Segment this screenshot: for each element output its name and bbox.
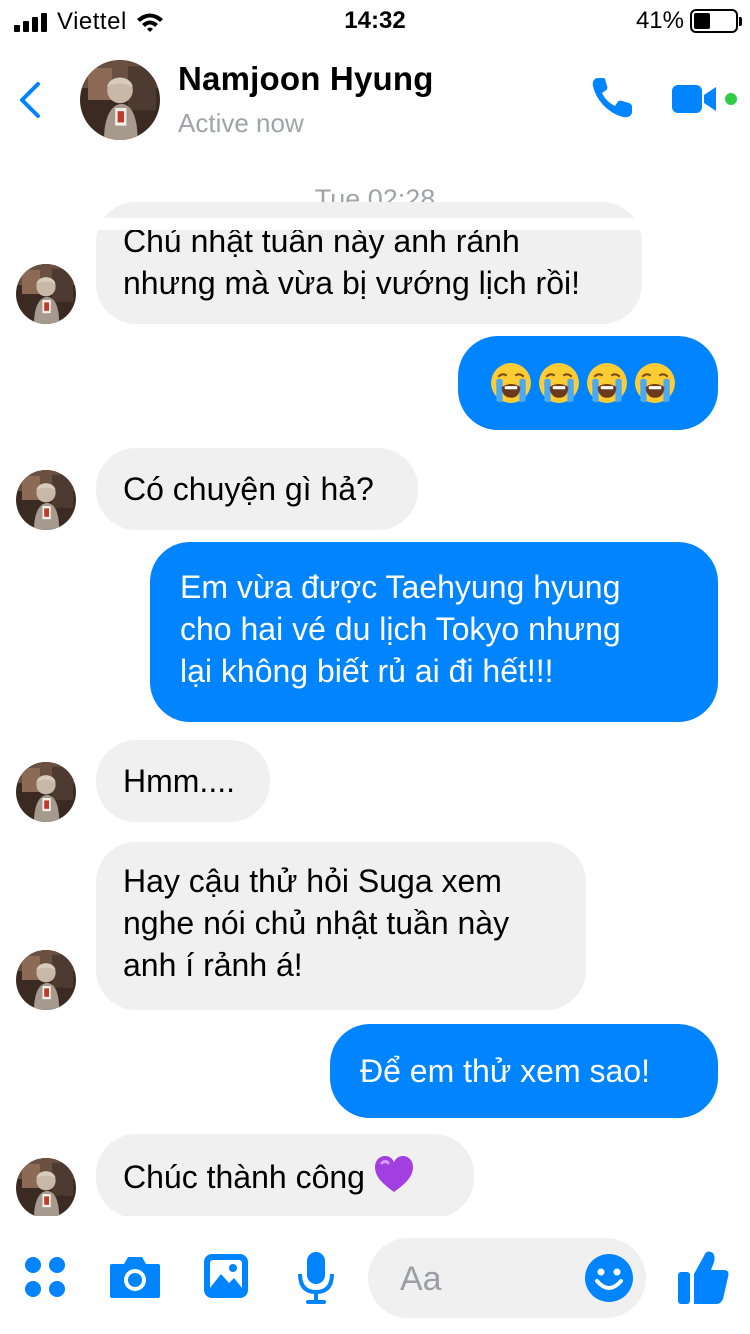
phone-call-icon[interactable] [588,74,636,122]
message-line: Chúc thành công [123,1159,365,1195]
message-input[interactable]: Aa [368,1238,646,1318]
message-line: Hay cậu thử hỏi Suga xem [123,863,502,899]
emoji-row [490,362,688,404]
message-line: lại không biết rủ ai đi hết!!! [180,653,554,689]
purple-heart-icon [374,1156,413,1192]
sender-avatar[interactable] [16,264,76,324]
microphone-icon[interactable] [296,1250,336,1306]
conversation-header: Namjoon Hyung Active now [0,44,750,154]
outgoing-message[interactable] [458,336,718,430]
message-line: cho hai vé du lịch Tokyo nhưng [180,611,621,647]
sender-avatar[interactable] [16,470,76,530]
incoming-message[interactable]: Chúc thành công [96,1134,474,1216]
loudly-crying-face-icon [490,362,532,404]
message-line: Em vừa được Taehyung hyung [180,569,621,605]
message-line: Hmm.... [123,763,235,799]
apps-icon[interactable] [22,1254,68,1300]
sender-avatar[interactable] [16,1158,76,1216]
loudly-crying-face-icon [586,362,628,404]
incoming-message[interactable]: Hmm.... [96,740,270,822]
status-bar: Viettel 14:32 41% [0,0,750,40]
outgoing-message[interactable]: Em vừa được Taehyung hyung cho hai vé du… [150,542,718,722]
battery-level [694,13,711,29]
sender-avatar[interactable] [16,762,76,822]
sender-avatar[interactable] [16,950,76,1010]
message-line: anh í rảnh á! [123,947,303,983]
contact-avatar[interactable] [80,60,160,140]
gallery-icon[interactable] [202,1252,250,1300]
video-call-icon[interactable] [668,82,740,116]
active-status: Active now [178,108,304,138]
message-input-placeholder: Aa [400,1260,442,1298]
camera-icon[interactable] [108,1254,162,1300]
battery-percent: 41% [635,7,684,34]
battery-icon [690,9,742,33]
loudly-crying-face-icon [538,362,580,404]
incoming-message[interactable]: Có chuyện gì hả? [96,448,418,530]
contact-name[interactable]: Namjoon Hyung [178,60,434,98]
outgoing-message[interactable]: Để em thử xem sao! [330,1024,718,1118]
message-line: Có chuyện gì hả? [123,471,374,507]
message-line: nghe nói chủ nhật tuần này [123,905,510,941]
message-line: Để em thử xem sao! [360,1053,650,1089]
message-line: nhưng mà vừa bị vướng lịch rồi! [123,265,580,301]
status-right: 41% [635,7,742,35]
emoji-icon[interactable] [584,1253,634,1303]
message-list[interactable]: Tue 02:28 Chủ nhật tuần này anh rảnh như… [0,168,750,1216]
composer-bar: Aa [0,1230,750,1334]
loudly-crying-face-icon [634,362,676,404]
back-chevron-icon[interactable] [16,80,46,120]
incoming-message[interactable]: Hay cậu thử hỏi Suga xem nghe nói chủ nh… [96,842,586,1010]
thumbs-up-icon[interactable] [676,1248,730,1306]
